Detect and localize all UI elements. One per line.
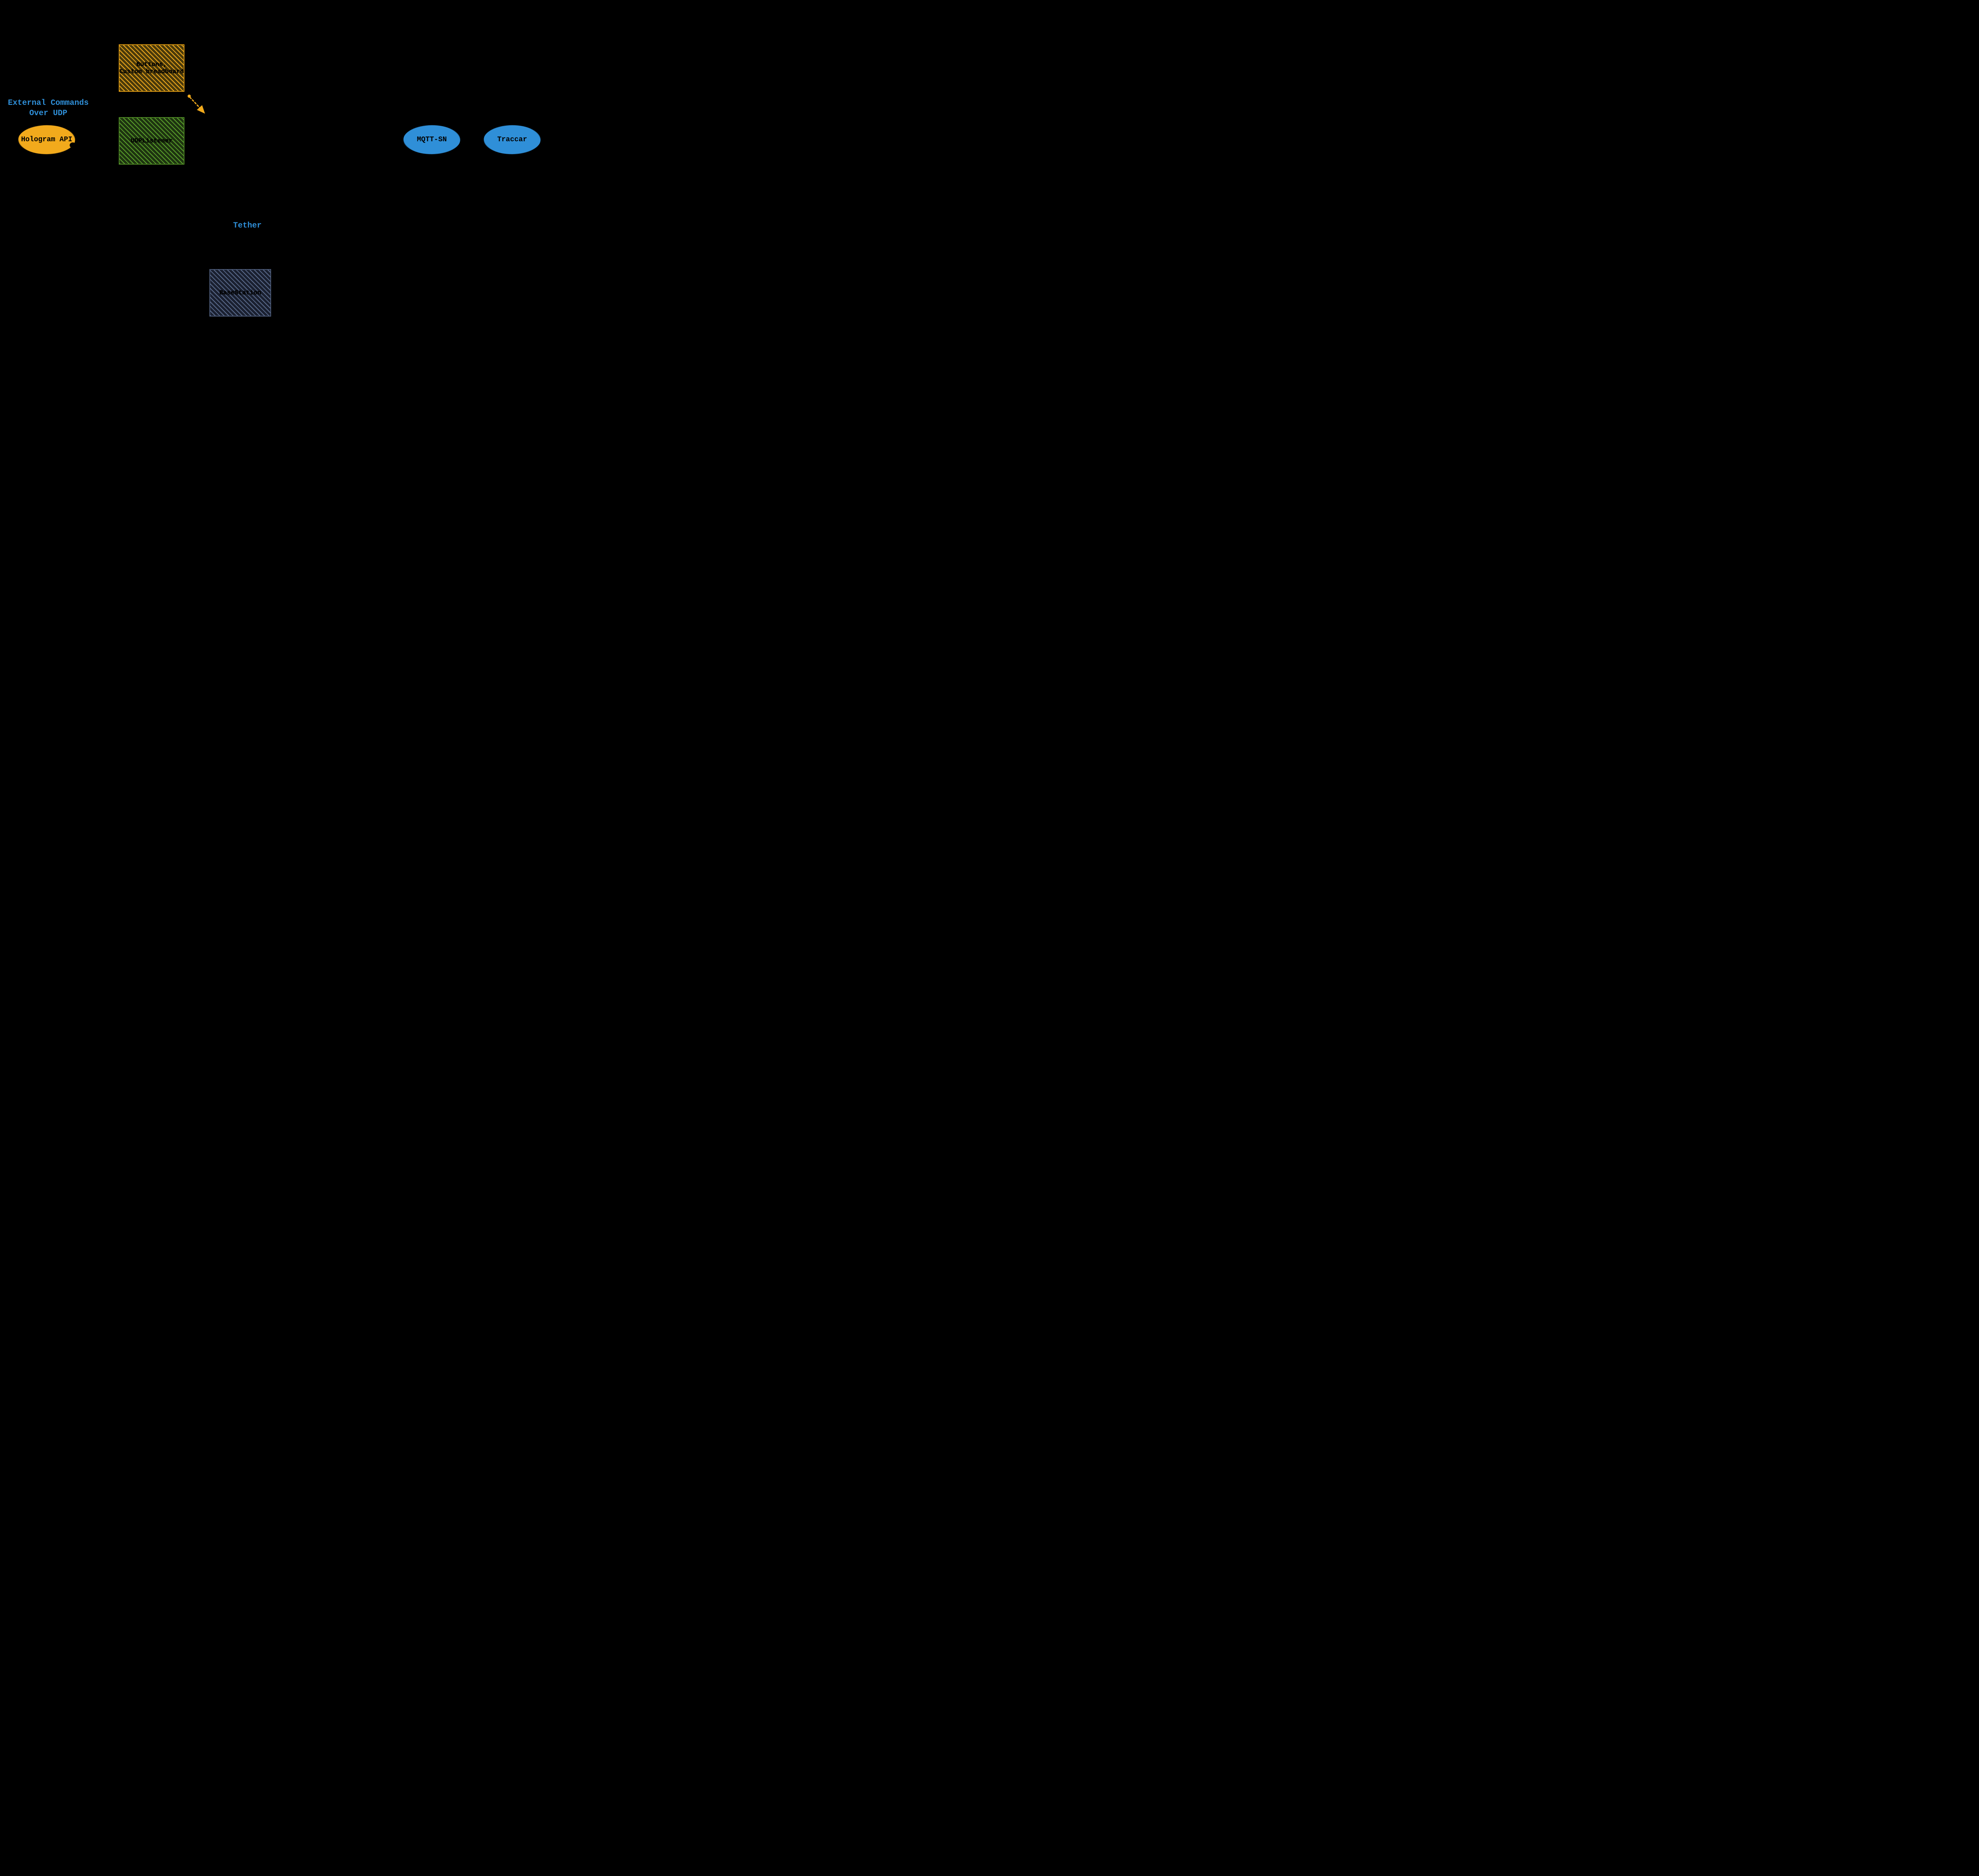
hologram-notch xyxy=(70,142,76,148)
node-hologram-api-label: Hologram API xyxy=(21,136,72,144)
node-traccar-label: Traccar xyxy=(497,136,527,144)
node-base-station-label: BaseStation xyxy=(219,289,261,296)
node-buttons-breadboard-label: Buttons, Custom breadboard xyxy=(119,61,184,75)
arrows-layer xyxy=(0,0,543,346)
node-traccar: Traccar xyxy=(483,124,541,155)
label-external-commands: External Commands Over UDP xyxy=(1,98,96,119)
node-mqtt-sn-label: MQTT-SN xyxy=(417,136,447,144)
node-mqtt-sn: MQTT-SN xyxy=(403,124,461,155)
arrow-buttons-to-target xyxy=(190,97,204,113)
node-udp-listener-label: UDPListener xyxy=(131,137,173,144)
node-hologram-api: Hologram API xyxy=(17,124,76,155)
node-base-station: BaseStation xyxy=(209,269,271,317)
node-buttons-breadboard: Buttons, Custom breadboard xyxy=(119,44,184,92)
node-udp-listener: UDPListener xyxy=(119,117,184,165)
label-tether: Tether xyxy=(230,221,265,231)
